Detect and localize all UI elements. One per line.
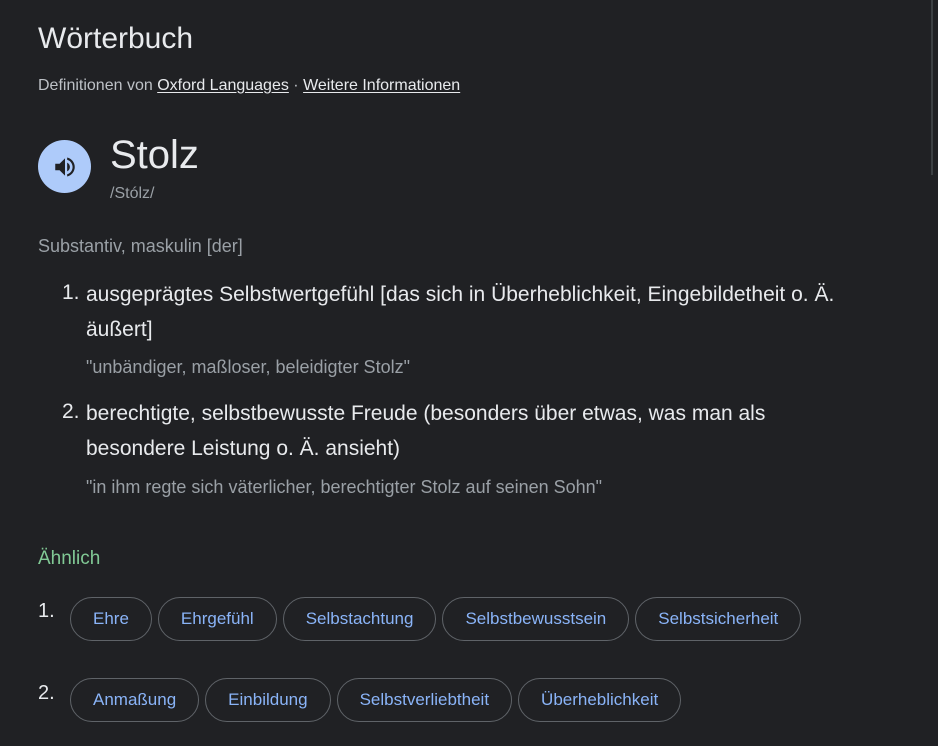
synonym-chip[interactable]: Selbstbewusstsein	[442, 597, 630, 641]
definition-number: 1.	[62, 281, 80, 304]
synonym-chip[interactable]: Überheblichkeit	[518, 678, 682, 722]
definition-example: "unbändiger, maßloser, beleidigter Stolz…	[86, 357, 410, 377]
definition-text: berechtigte, selbstbewusste Freude (beso…	[86, 402, 766, 460]
pronunciation-button[interactable]	[38, 140, 91, 193]
phonetic-spelling: /Stólz/	[110, 185, 155, 202]
definition-number: 2.	[62, 400, 80, 423]
synonym-chip[interactable]: Ehrgefühl	[157, 597, 277, 641]
synonym-chip[interactable]: Ehre	[70, 597, 152, 641]
synonym-chip-row: Anmaßung Einbildung Selbstverliebtheit Ü…	[70, 678, 682, 722]
oxford-languages-link[interactable]: Oxford Languages	[157, 77, 289, 94]
scrollbar-thumb[interactable]	[931, 0, 933, 175]
synonym-group-number: 1.	[38, 600, 55, 622]
synonym-chip[interactable]: Anmaßung	[70, 678, 200, 722]
part-of-speech: Substantiv, maskulin [der]	[38, 236, 243, 256]
attribution-separator: ·	[288, 77, 304, 94]
similar-heading: Ähnlich	[38, 548, 101, 569]
volume-up-icon	[54, 156, 75, 177]
more-info-link[interactable]: Weitere Informationen	[303, 77, 460, 94]
attribution-prefix: Definitionen von	[38, 77, 153, 94]
synonym-chip-row: Ehre Ehrgefühl Selbstachtung Selbstbewus…	[70, 597, 802, 641]
panel-title: Wörterbuch	[38, 22, 194, 55]
synonym-chip[interactable]: Einbildung	[205, 678, 331, 722]
synonym-chip[interactable]: Selbstverliebtheit	[336, 678, 513, 722]
attribution-line: Definitionen von Oxford Languages · Weit…	[38, 77, 460, 95]
synonym-group-number: 2.	[38, 682, 55, 704]
synonym-chip[interactable]: Selbstsicherheit	[635, 597, 802, 641]
headword: Stolz	[110, 133, 199, 177]
definition-text: ausgeprägtes Selbstwertgefühl [das sich …	[86, 283, 835, 341]
synonym-chip[interactable]: Selbstachtung	[282, 597, 437, 641]
definition-example: "in ihm regte sich väterlicher, berechti…	[86, 477, 603, 497]
